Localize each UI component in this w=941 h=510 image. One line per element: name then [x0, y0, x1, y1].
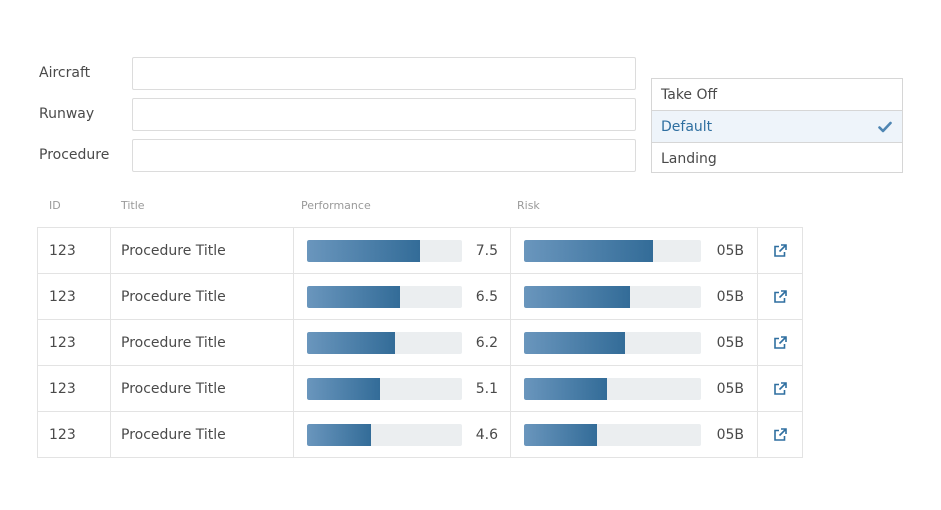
- table-row[interactable]: 123 Procedure Title 6.5 05B: [38, 273, 802, 319]
- performance-cell: 6.5: [294, 274, 511, 319]
- row-id: 123: [38, 412, 111, 457]
- risk-cell: 05B: [511, 228, 758, 273]
- open-link-button[interactable]: [758, 412, 802, 457]
- dropdown-option-label: Take Off: [661, 86, 718, 103]
- procedure-label: Procedure: [39, 147, 110, 163]
- procedure-row: Procedure: [39, 138, 636, 172]
- phase-dropdown: Take Off Default Landing: [651, 78, 903, 173]
- external-link-icon[interactable]: [773, 335, 787, 350]
- performance-cell: 7.5: [294, 228, 511, 273]
- row-id: 123: [38, 274, 111, 319]
- risk-bar: [524, 239, 701, 262]
- performance-bar: [307, 377, 462, 400]
- performance-cell: 6.2: [294, 320, 511, 365]
- table-row[interactable]: 123 Procedure Title 7.5 05B: [38, 228, 802, 273]
- risk-bar: [524, 285, 701, 308]
- table-row[interactable]: 123 Procedure Title 4.6 05B: [38, 411, 802, 457]
- dropdown-option-label: Default: [661, 118, 713, 135]
- table-row[interactable]: 123 Procedure Title 5.1 05B: [38, 365, 802, 411]
- performance-bar: [307, 285, 462, 308]
- procedure-page: Aircraft Runway Procedure Take Off Defau…: [0, 0, 941, 510]
- row-title: Procedure Title: [111, 320, 294, 365]
- risk-cell: 05B: [511, 366, 758, 411]
- risk-bar-fill: [524, 331, 625, 354]
- risk-value: 05B: [716, 288, 744, 305]
- check-icon: [878, 121, 892, 132]
- aircraft-input[interactable]: [132, 56, 636, 90]
- runway-label: Runway: [39, 106, 95, 122]
- open-link-button[interactable]: [758, 274, 802, 319]
- risk-cell: 05B: [511, 320, 758, 365]
- risk-value: 05B: [716, 426, 744, 443]
- column-header-title[interactable]: Title: [121, 199, 145, 212]
- risk-value: 05B: [716, 242, 744, 259]
- performance-value: 6.2: [475, 334, 498, 351]
- performance-value: 7.5: [475, 242, 498, 259]
- risk-value: 05B: [716, 380, 744, 397]
- procedure-input[interactable]: [132, 138, 636, 172]
- runway-input[interactable]: [132, 97, 636, 131]
- external-link-icon[interactable]: [773, 243, 787, 258]
- performance-bar-fill: [307, 285, 400, 308]
- column-header-id[interactable]: ID: [49, 199, 61, 212]
- external-link-icon[interactable]: [773, 289, 787, 304]
- performance-bar: [307, 423, 462, 446]
- dropdown-option-landing[interactable]: Landing: [652, 143, 902, 174]
- performance-bar-fill: [307, 377, 380, 400]
- performance-value: 4.6: [475, 426, 498, 443]
- performance-bar-fill: [307, 331, 396, 354]
- risk-bar-fill: [524, 239, 654, 262]
- dropdown-option-take-off[interactable]: Take Off: [652, 79, 902, 110]
- risk-bar-fill: [524, 377, 608, 400]
- performance-cell: 4.6: [294, 412, 511, 457]
- risk-bar-fill: [524, 285, 631, 308]
- risk-cell: 05B: [511, 274, 758, 319]
- risk-value: 05B: [716, 334, 744, 351]
- aircraft-label: Aircraft: [39, 65, 91, 81]
- external-link-icon[interactable]: [773, 427, 787, 442]
- row-title: Procedure Title: [111, 274, 294, 319]
- procedure-table: 123 Procedure Title 7.5 05B 123 Procedur…: [37, 227, 803, 458]
- risk-cell: 05B: [511, 412, 758, 457]
- runway-row: Runway: [39, 97, 636, 131]
- row-title: Procedure Title: [111, 228, 294, 273]
- performance-bar: [307, 331, 462, 354]
- row-id: 123: [38, 228, 111, 273]
- dropdown-option-label: Landing: [661, 150, 717, 167]
- dropdown-option-default[interactable]: Default: [652, 110, 902, 143]
- performance-bar-fill: [307, 423, 371, 446]
- performance-bar: [307, 239, 462, 262]
- table-header: ID Title Performance Risk: [37, 199, 803, 215]
- performance-value: 6.5: [475, 288, 498, 305]
- risk-bar-fill: [524, 423, 597, 446]
- performance-value: 5.1: [475, 380, 498, 397]
- column-header-risk[interactable]: Risk: [517, 199, 540, 212]
- risk-bar: [524, 331, 701, 354]
- external-link-icon[interactable]: [773, 381, 787, 396]
- column-header-performance[interactable]: Performance: [301, 199, 371, 212]
- risk-bar: [524, 377, 701, 400]
- aircraft-row: Aircraft: [39, 56, 636, 90]
- performance-bar-fill: [307, 239, 421, 262]
- row-title: Procedure Title: [111, 412, 294, 457]
- row-id: 123: [38, 366, 111, 411]
- open-link-button[interactable]: [758, 228, 802, 273]
- open-link-button[interactable]: [758, 366, 802, 411]
- open-link-button[interactable]: [758, 320, 802, 365]
- row-title: Procedure Title: [111, 366, 294, 411]
- table-row[interactable]: 123 Procedure Title 6.2 05B: [38, 319, 802, 365]
- risk-bar: [524, 423, 701, 446]
- performance-cell: 5.1: [294, 366, 511, 411]
- row-id: 123: [38, 320, 111, 365]
